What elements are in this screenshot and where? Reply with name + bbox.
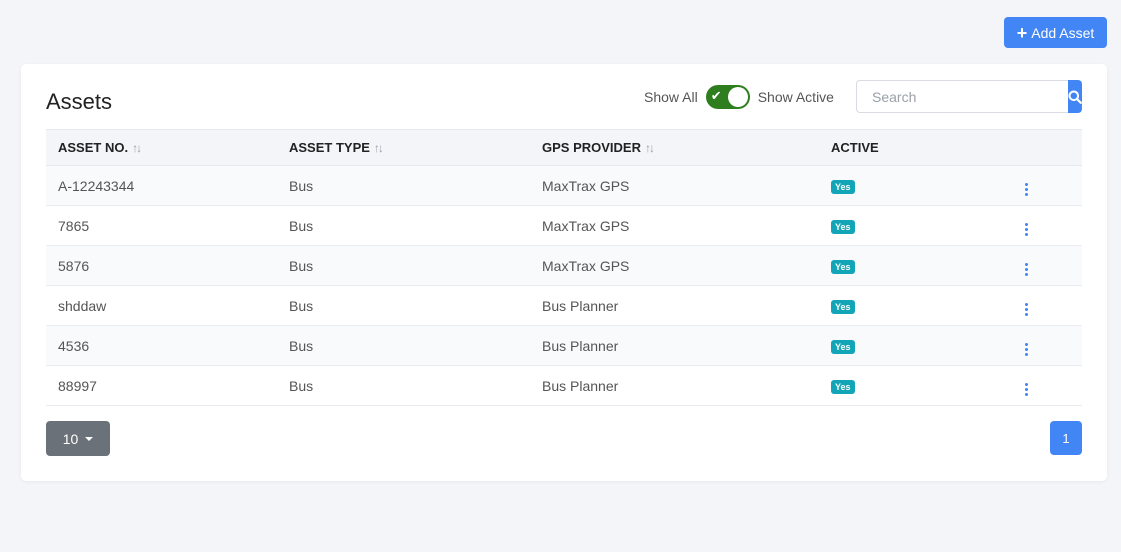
asset-type-cell: Bus bbox=[277, 245, 530, 286]
column-header-asset-type[interactable]: ASSET TYPE ↑↓ bbox=[277, 129, 530, 166]
add-asset-label: Add Asset bbox=[1031, 24, 1095, 41]
asset-no-cell: shddaw bbox=[46, 285, 277, 326]
gps-provider-cell: MaxTrax GPS bbox=[530, 245, 819, 286]
column-header-actions bbox=[1009, 129, 1082, 166]
asset-type-cell: Bus bbox=[277, 165, 530, 206]
gps-provider-cell: MaxTrax GPS bbox=[530, 165, 819, 206]
check-icon: ✔ bbox=[710, 88, 722, 103]
actions-cell bbox=[1009, 245, 1082, 286]
asset-type-cell: Bus bbox=[277, 325, 530, 366]
actions-cell bbox=[1009, 165, 1082, 206]
active-badge: Yes bbox=[831, 340, 855, 354]
table-row: 5876 Bus MaxTrax GPS Yes bbox=[46, 245, 1082, 286]
active-cell: Yes bbox=[819, 365, 1009, 406]
active-cell: Yes bbox=[819, 325, 1009, 366]
active-toggle[interactable]: ✔ bbox=[705, 85, 750, 109]
gps-provider-cell: Bus Planner bbox=[530, 285, 819, 326]
table-row: A-12243344 Bus MaxTrax GPS Yes bbox=[46, 165, 1082, 206]
plus-icon: + bbox=[1016, 22, 1028, 43]
asset-no-cell: 7865 bbox=[46, 205, 277, 246]
column-header-active: ACTIVE bbox=[819, 129, 1009, 166]
asset-type-cell: Bus bbox=[277, 285, 530, 326]
active-badge: Yes bbox=[831, 220, 855, 234]
asset-no-cell: 4536 bbox=[46, 325, 277, 366]
gps-provider-cell: Bus Planner bbox=[530, 365, 819, 406]
show-active-label: Show Active bbox=[757, 89, 834, 105]
asset-type-cell: Bus bbox=[277, 365, 530, 406]
page-title: Assets bbox=[46, 89, 113, 114]
actions-cell bbox=[1009, 205, 1082, 246]
asset-no-cell: A-12243344 bbox=[46, 165, 277, 206]
search-icon bbox=[1068, 90, 1082, 104]
active-badge: Yes bbox=[831, 380, 855, 394]
table-row: 7865 Bus MaxTrax GPS Yes bbox=[46, 205, 1082, 246]
gps-provider-cell: MaxTrax GPS bbox=[530, 205, 819, 246]
active-badge: Yes bbox=[831, 260, 855, 274]
active-badge: Yes bbox=[831, 180, 855, 194]
toggle-knob bbox=[727, 87, 748, 107]
assets-card: Assets Show All ✔ Show Active ASSET NO. bbox=[21, 64, 1107, 481]
active-filter: Show All ✔ Show Active bbox=[644, 84, 834, 110]
show-all-label: Show All bbox=[644, 89, 698, 105]
column-header-asset-no[interactable]: ASSET NO. ↑↓ bbox=[46, 129, 277, 166]
table-row: shddaw Bus Bus Planner Yes bbox=[46, 285, 1082, 326]
sort-arrows-icon[interactable]: ↑↓ bbox=[645, 141, 655, 155]
kebab-menu-icon[interactable] bbox=[1021, 221, 1032, 238]
active-cell: Yes bbox=[819, 245, 1009, 286]
page-size-value: 10 bbox=[62, 430, 79, 447]
asset-no-cell: 88997 bbox=[46, 365, 277, 406]
add-asset-button[interactable]: + Add Asset bbox=[1004, 17, 1107, 48]
page-button-current[interactable]: 1 bbox=[1050, 421, 1082, 455]
table-row: 88997 Bus Bus Planner Yes bbox=[46, 365, 1082, 406]
active-cell: Yes bbox=[819, 205, 1009, 246]
gps-provider-cell: Bus Planner bbox=[530, 325, 819, 366]
active-cell: Yes bbox=[819, 285, 1009, 326]
search-box bbox=[856, 80, 1082, 113]
search-button[interactable] bbox=[1068, 80, 1082, 113]
asset-no-cell: 5876 bbox=[46, 245, 277, 286]
table-header-row: ASSET NO. ↑↓ ASSET TYPE ↑↓ GPS PROVIDER ↑↓ … bbox=[46, 129, 1082, 166]
caret-down-icon bbox=[85, 436, 94, 441]
table-row: 4536 Bus Bus Planner Yes bbox=[46, 325, 1082, 366]
search-input[interactable] bbox=[856, 80, 1068, 113]
active-badge: Yes bbox=[831, 300, 855, 314]
active-cell: Yes bbox=[819, 165, 1009, 206]
sort-arrows-icon[interactable]: ↑↓ bbox=[132, 141, 142, 155]
sort-arrows-icon[interactable]: ↑↓ bbox=[374, 141, 384, 155]
actions-cell bbox=[1009, 285, 1082, 326]
kebab-menu-icon[interactable] bbox=[1021, 181, 1032, 198]
column-header-gps-provider[interactable]: GPS PROVIDER ↑↓ bbox=[530, 129, 819, 166]
page-size-dropdown[interactable]: 10 bbox=[46, 421, 110, 456]
assets-table: ASSET NO. ↑↓ ASSET TYPE ↑↓ GPS PROVIDER ↑↓ … bbox=[46, 129, 1082, 406]
kebab-menu-icon[interactable] bbox=[1021, 261, 1032, 278]
actions-cell bbox=[1009, 325, 1082, 366]
kebab-menu-icon[interactable] bbox=[1021, 341, 1032, 358]
kebab-menu-icon[interactable] bbox=[1021, 381, 1032, 398]
asset-type-cell: Bus bbox=[277, 205, 530, 246]
kebab-menu-icon[interactable] bbox=[1021, 301, 1032, 318]
actions-cell bbox=[1009, 365, 1082, 406]
